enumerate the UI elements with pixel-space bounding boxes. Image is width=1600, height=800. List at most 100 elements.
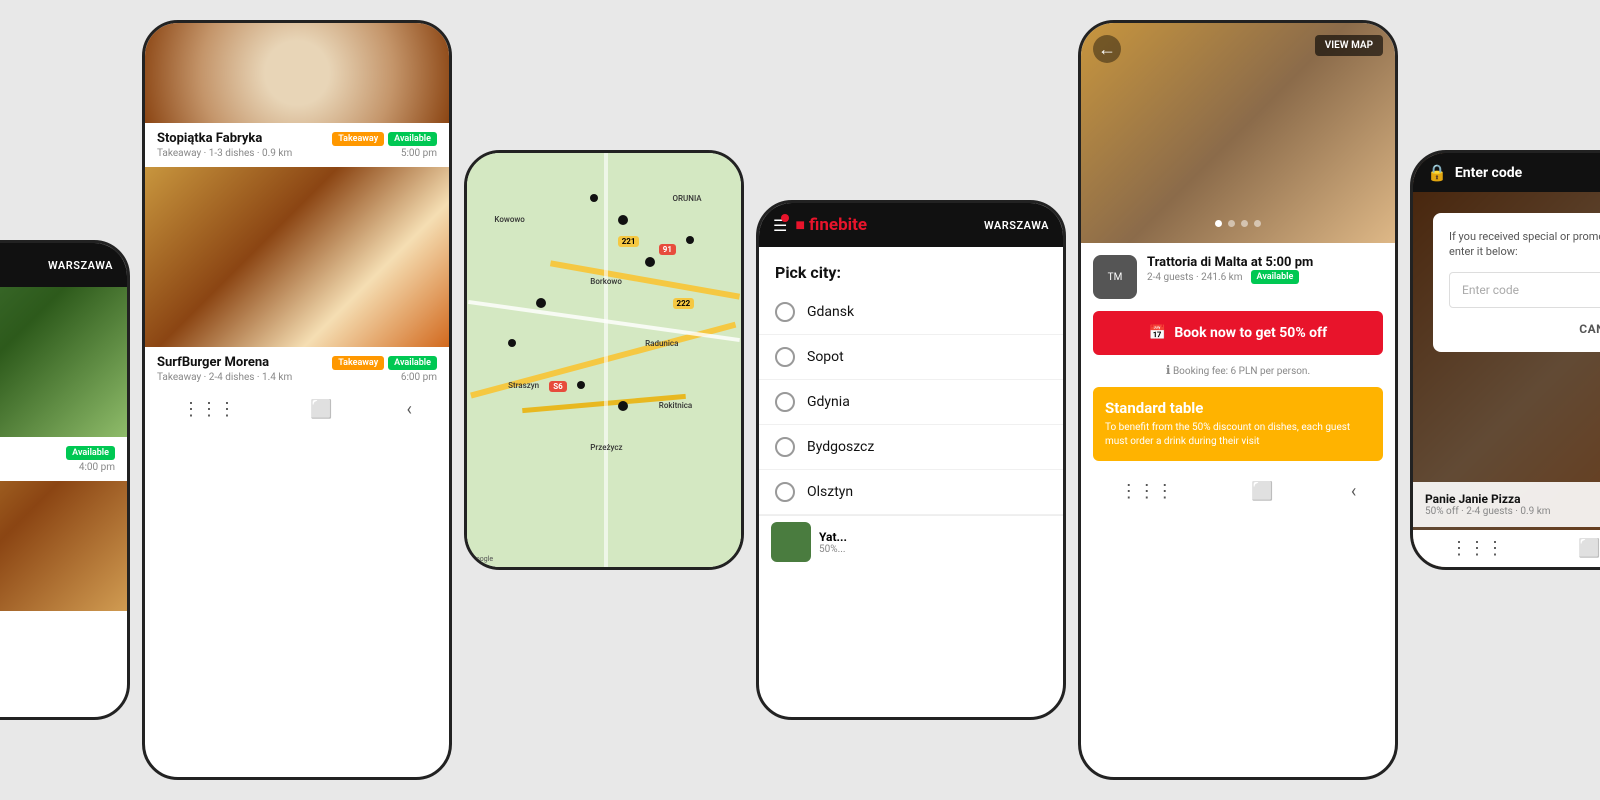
standard-table-section: Standard table To benefit from the 50% d… — [1093, 387, 1383, 461]
restaurant-name-1: Yatta Vegan Ramen Available — [0, 445, 115, 460]
burger-image — [145, 167, 449, 347]
nav-bar-7: ⋮⋮⋮ ⬜ ‹ — [1413, 530, 1600, 567]
code-input-field[interactable]: Enter code — [1449, 272, 1600, 308]
dot-1 — [1215, 220, 1222, 227]
back-arrow-button[interactable]: ← — [1093, 35, 1121, 63]
map-pin-7 — [686, 236, 694, 244]
lock-icon: 🔒 — [1427, 163, 1447, 182]
standard-table-title: Standard table — [1105, 399, 1371, 417]
nav-home-icon-6[interactable]: ⬜ — [1251, 481, 1273, 502]
nav-menu-icon-6[interactable]: ⋮⋮⋮ — [1120, 481, 1174, 502]
phone-takeaway-list: Stopiątka Fabryka Takeaway Available Tak… — [142, 20, 452, 780]
map-label-radunica: Radunica — [645, 339, 678, 348]
cancel-button[interactable]: CANCEL — [1579, 322, 1600, 336]
bottom-restaurant-avatar — [771, 522, 811, 562]
radio-olsztyn[interactable] — [775, 482, 795, 502]
restaurant-card-1[interactable]: Stopiątka Fabryka Takeaway Available Tak… — [145, 123, 449, 167]
bottom-restaurant-name: Yat... — [819, 530, 847, 544]
bottom-restaurant-info: Yat... 50%... — [819, 530, 847, 555]
city-name-gdansk: Gdansk — [807, 304, 854, 320]
menu-notification-dot-5 — [781, 214, 789, 222]
available-badge-1: Available — [388, 132, 437, 146]
city-option-gdansk[interactable]: Gdansk — [759, 290, 1063, 335]
food-image-indian — [0, 481, 127, 611]
available-badge: Available — [66, 446, 115, 460]
road-badge-s6: S6 — [549, 381, 567, 392]
nav-menu-icon-3[interactable]: ⋮⋮⋮ — [182, 399, 236, 420]
map-label-straszyn: Straszyn — [508, 381, 539, 390]
detail-restaurant-info: TM Trattoria di Malta at 5:00 pm 2-4 gue… — [1093, 255, 1383, 299]
restaurant-sub-surfburger: Takeaway · 2-4 dishes · 1.4 km 6:00 pm — [157, 372, 437, 383]
dialog-header-title: Enter code — [1455, 165, 1522, 181]
nav-bar-4: ⋮⋮⋮ ⬜ ‹ — [467, 567, 741, 570]
nav-home-icon-7[interactable]: ⬜ — [1578, 538, 1600, 559]
restaurant-sub-1: 50% off · 2 guests · 279.5 km 4:00 pm — [0, 462, 115, 473]
map-label-rokitnica: Rokitnica — [659, 401, 692, 410]
city-label-5: WARSZAWA — [984, 219, 1049, 232]
enter-code-dialog: If you received special or promotional c… — [1433, 213, 1600, 352]
detail-sub-row: 2-4 guests · 241.6 km Available — [1147, 270, 1313, 284]
detail-available-badge: Available — [1251, 270, 1300, 284]
stopiata-food-image — [145, 23, 449, 123]
avatar-placeholder: TM — [1093, 255, 1137, 299]
takeaway-badge-2: Takeaway — [332, 356, 384, 370]
radio-gdansk[interactable] — [775, 302, 795, 322]
map-view[interactable]: 221 91 S6 222 Kowowo Borkowo Straszyn Ra… — [467, 153, 741, 567]
phone-restaurant-detail: ← VIEW MAP TM Trattoria di Malta at 5:00… — [1078, 20, 1398, 780]
bottom-restaurant-name-7: Panie Janie Pizza 50% off · 2-4 guests ·… — [1425, 492, 1551, 517]
phone-enter-code: 🔒 Enter code If you received special or … — [1410, 150, 1600, 570]
map-pin-2 — [618, 215, 628, 225]
takeaway-badge-1: Takeaway — [332, 132, 384, 146]
dot-2 — [1228, 220, 1235, 227]
city-option-bydgoszcz[interactable]: Bydgoszcz — [759, 425, 1063, 470]
city-option-olsztyn[interactable]: Olsztyn — [759, 470, 1063, 515]
nav-back-icon-6[interactable]: ‹ — [1351, 481, 1356, 502]
nav-back-icon-3[interactable]: ‹ — [407, 399, 412, 420]
nav-home-icon-3[interactable]: ⬜ — [310, 399, 332, 420]
city-name-sopot: Sopot — [807, 349, 844, 365]
city-name-olsztyn: Olsztyn — [807, 484, 853, 500]
bottom-row-7: Panie Janie Pizza 50% off · 2-4 guests ·… — [1425, 490, 1600, 519]
finebite-header-5: ☰ ■ finebite WARSZAWA — [759, 203, 1063, 247]
city-name-gdynia: Gdynia — [807, 394, 850, 410]
map-label-orunia: ORUNIA — [673, 194, 702, 203]
restaurant-image-1 — [0, 287, 127, 437]
bottom-restaurant-sub: 50%... — [819, 544, 847, 555]
nav-menu-icon-7[interactable]: ⋮⋮⋮ — [1450, 538, 1504, 559]
map-pin-4 — [536, 298, 546, 308]
bottom-restaurant-info-7: Panie Janie Pizza 50% off · 2-4 guests ·… — [1413, 482, 1600, 527]
detail-guest-info: 2-4 guests · 241.6 km — [1147, 272, 1243, 283]
restaurant-image-2 — [0, 481, 127, 611]
radio-gdynia[interactable] — [775, 392, 795, 412]
hamburger-menu-icon-5[interactable]: ☰ — [773, 216, 787, 235]
road-badge-221: 221 — [618, 236, 640, 247]
restaurant-sub-stopiata: Takeaway · 1-3 dishes · 0.9 km 5:00 pm — [157, 148, 437, 159]
dialog-actions: CANCEL DONE — [1449, 322, 1600, 336]
standard-table-text: To benefit from the 50% discount on dish… — [1105, 421, 1371, 449]
restaurant-info-1[interactable]: Yatta Vegan Ramen Available 50% off · 2 … — [0, 437, 127, 481]
road-badge-222: 222 — [673, 298, 695, 309]
radio-bydgoszcz[interactable] — [775, 437, 795, 457]
book-now-button[interactable]: 📅 Book now to get 50% off — [1093, 311, 1383, 355]
map-label-kowowo: Kowowo — [494, 215, 524, 224]
nav-bar-3: ⋮⋮⋮ ⬜ ‹ — [145, 391, 449, 428]
restaurant-card-2[interactable]: SurfBurger Morena Takeaway Available Tak… — [145, 347, 449, 391]
detail-restaurant-image: ← VIEW MAP — [1081, 23, 1395, 243]
detail-restaurant-avatar: TM — [1093, 255, 1137, 299]
view-map-button[interactable]: VIEW MAP — [1315, 35, 1383, 56]
nav-bar-6: ⋮⋮⋮ ⬜ ‹ — [1081, 473, 1395, 510]
phone-pick-city: ☰ ■ finebite WARSZAWA Pick city: Gdansk … — [756, 200, 1066, 720]
dot-3 — [1241, 220, 1248, 227]
dialog-description: If you received special or promotional c… — [1449, 229, 1600, 260]
city-option-gdynia[interactable]: Gdynia — [759, 380, 1063, 425]
map-road-white2 — [604, 153, 608, 567]
phone-map: 221 91 S6 222 Kowowo Borkowo Straszyn Ra… — [464, 150, 744, 570]
burger-food-image — [145, 167, 449, 347]
road-badge-91: 91 — [659, 244, 676, 255]
google-attribution: Google — [471, 555, 493, 563]
phone-finebite-warszawa: ☰ ■ finebite WARSZAWA Yatta Vegan Ramen … — [0, 240, 130, 720]
radio-sopot[interactable] — [775, 347, 795, 367]
pick-city-title: Pick city: — [759, 247, 1063, 290]
detail-content: TM Trattoria di Malta at 5:00 pm 2-4 gue… — [1081, 243, 1395, 473]
city-option-sopot[interactable]: Sopot — [759, 335, 1063, 380]
